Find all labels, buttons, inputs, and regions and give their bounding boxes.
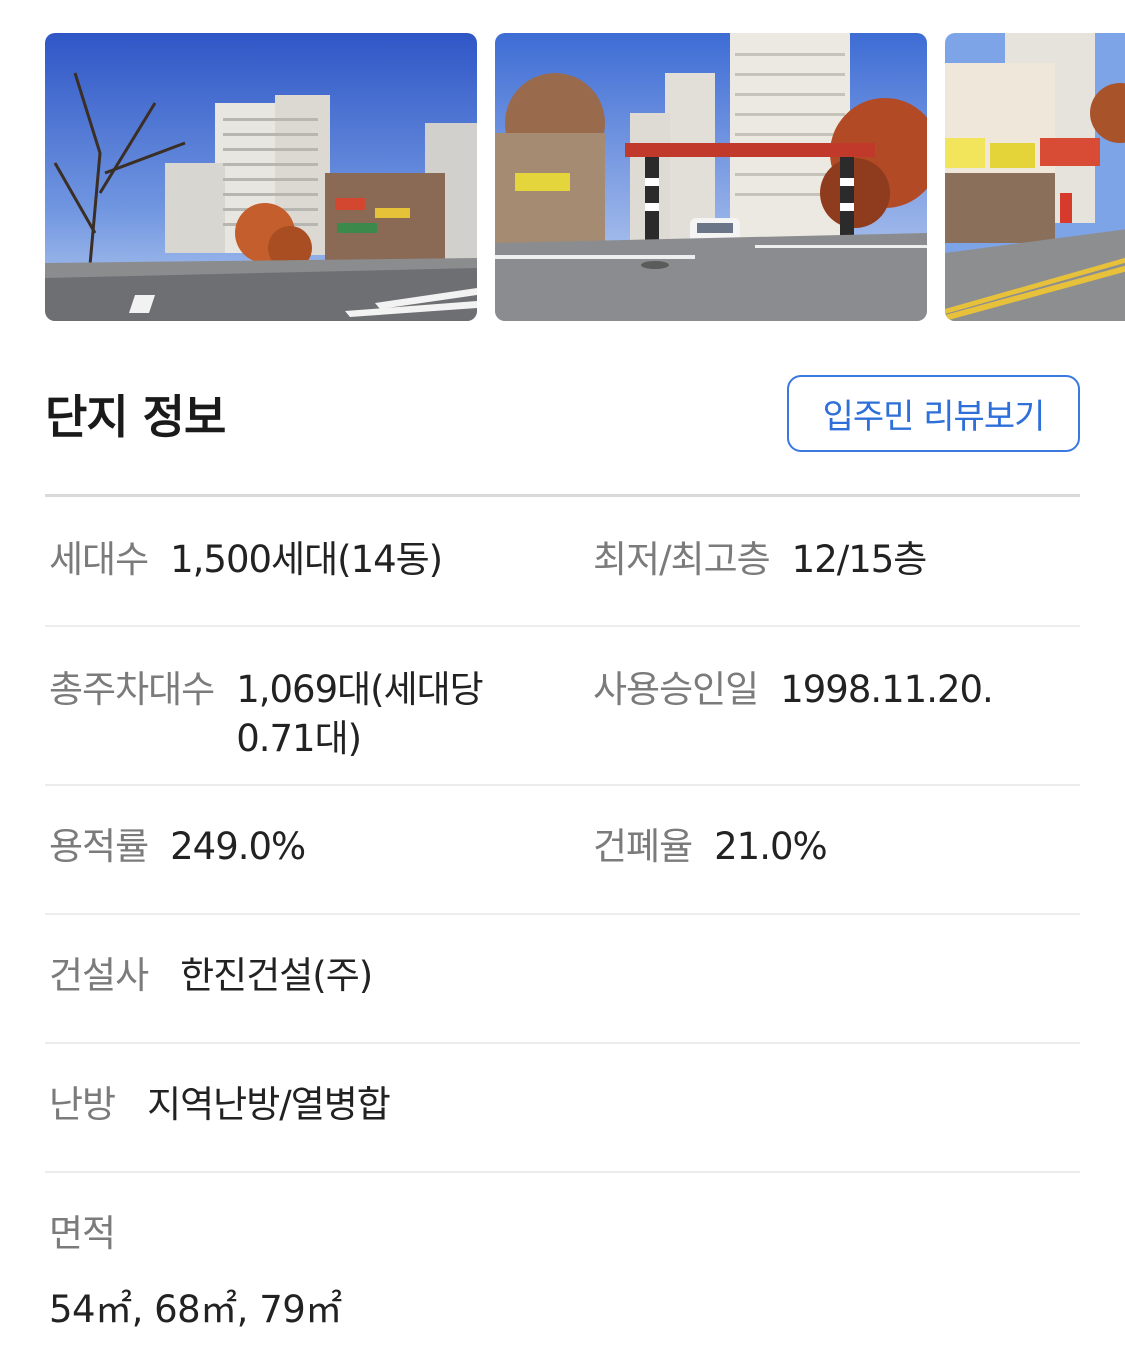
parking-cell: 총주차대수 1,069대(세대당 0.71대) [49, 665, 508, 763]
approval-date-value: 1998.11.20. [780, 668, 994, 711]
floor-area-ratio-label: 용적률 [49, 825, 149, 868]
builder-value: 한진건설(주) [180, 954, 373, 997]
heating-value: 지역난방/열병합 [147, 1083, 391, 1126]
area-value: 54㎡, 68㎡, 79㎡ [49, 1288, 342, 1331]
photo-carousel[interactable] [45, 33, 1125, 321]
builder-cell: 건설사 한진건설(주) [49, 951, 373, 1000]
street-image [45, 33, 477, 321]
info-row: 총주차대수 1,069대(세대당 0.71대) 사용승인일 1998.11.20… [45, 627, 1080, 786]
heating-label: 난방 [49, 1083, 116, 1126]
complex-photo-1[interactable] [45, 33, 477, 321]
approval-date-cell: 사용승인일 1998.11.20. [593, 665, 994, 714]
heating-cell: 난방 지역난방/열병합 [49, 1080, 391, 1129]
parking-value: 1,069대(세대당 0.71대) [236, 668, 484, 760]
gate-image [495, 33, 927, 321]
info-row: 난방 지역난방/열병합 [45, 1044, 1080, 1173]
households-value: 1,500세대(14동) [170, 538, 443, 581]
floors-label: 최저/최고층 [593, 538, 771, 581]
info-row: 면적 54㎡, 68㎡, 79㎡ [45, 1173, 1080, 1363]
complex-photo-2[interactable] [495, 33, 927, 321]
approval-date-label: 사용승인일 [593, 668, 759, 711]
builder-label: 건설사 [49, 954, 149, 997]
complex-info-header: 단지 정보 입주민 리뷰보기 [45, 375, 1080, 456]
floor-area-ratio-cell: 용적률 249.0% [49, 822, 306, 871]
floor-area-ratio-value: 249.0% [170, 825, 306, 868]
section-title: 단지 정보 [45, 390, 226, 444]
resident-review-button[interactable]: 입주민 리뷰보기 [787, 375, 1080, 452]
building-coverage-label: 건폐율 [593, 825, 693, 868]
floors-value: 12/15층 [791, 538, 928, 581]
households-label: 세대수 [49, 538, 149, 581]
shops-image [945, 33, 1125, 321]
parking-label: 총주차대수 [49, 668, 215, 711]
households-cell: 세대수 1,500세대(14동) [49, 535, 443, 584]
complex-info-table: 세대수 1,500세대(14동) 최저/최고층 12/15층 총주차대수 1,0… [45, 494, 1080, 1363]
complex-photo-3[interactable] [945, 33, 1125, 321]
floors-cell: 최저/최고층 12/15층 [593, 535, 928, 584]
building-coverage-cell: 건폐율 21.0% [593, 822, 828, 871]
building-coverage-value: 21.0% [714, 825, 828, 868]
area-label: 면적 [49, 1212, 116, 1255]
info-row: 건설사 한진건설(주) [45, 915, 1080, 1044]
info-row: 용적률 249.0% 건폐율 21.0% [45, 786, 1080, 915]
info-row: 세대수 1,500세대(14동) 최저/최고층 12/15층 [45, 497, 1080, 627]
